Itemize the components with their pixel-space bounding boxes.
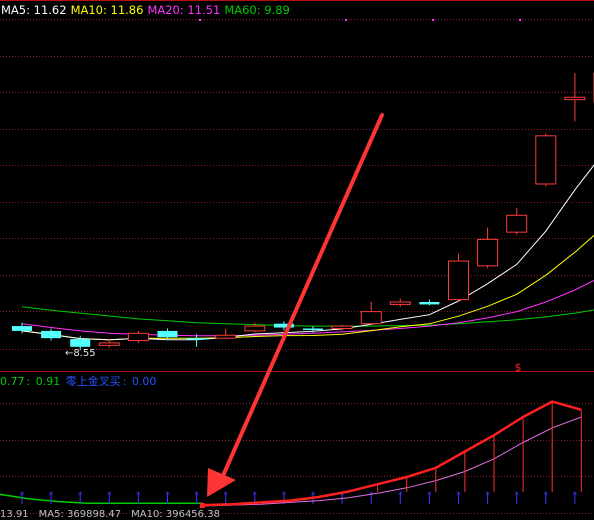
candle-body bbox=[506, 214, 528, 233]
blue-star-marker: * bbox=[456, 491, 461, 501]
blue-star-marker: * bbox=[194, 491, 199, 501]
blue-star-marker: * bbox=[136, 491, 141, 501]
indicator-signal-line bbox=[202, 400, 582, 507]
ma-legend-item: MA10: 11.86 bbox=[70, 3, 144, 17]
ma-legend: MA5: 11.62 MA10: 11.86 MA20: 11.51 MA60: 9.… bbox=[1, 3, 294, 17]
candlestick[interactable] bbox=[389, 298, 411, 307]
candle-body bbox=[419, 302, 440, 305]
candlesticks[interactable] bbox=[12, 25, 594, 351]
blue-star-marker: * bbox=[49, 491, 54, 501]
blue-star-marker: * bbox=[573, 491, 578, 501]
top-marker-dot bbox=[345, 19, 347, 21]
kline-chart[interactable]: * * * * * * * * * * * * * * * * * * * * $ bbox=[0, 0, 594, 520]
candle-body bbox=[244, 325, 266, 332]
candlestick[interactable] bbox=[506, 208, 528, 235]
candle-body bbox=[186, 338, 207, 340]
signal-start-dot bbox=[200, 503, 205, 508]
candle-body bbox=[360, 311, 382, 325]
signal-value: 0.00 bbox=[131, 375, 157, 388]
candle-body bbox=[331, 325, 353, 330]
blue-star-marker: * bbox=[544, 491, 549, 501]
blue-star-marker: * bbox=[165, 491, 170, 501]
candle-body bbox=[564, 96, 586, 101]
candlestick[interactable] bbox=[360, 302, 382, 325]
candle-body bbox=[41, 330, 62, 339]
candle-body bbox=[70, 339, 91, 347]
candlestick[interactable] bbox=[448, 253, 469, 303]
indicator-green-line bbox=[0, 493, 203, 505]
blue-star-marker: * bbox=[20, 491, 25, 501]
arrow-head bbox=[207, 468, 236, 497]
indicator-thin-line bbox=[202, 416, 582, 507]
ma-legend-item: MA20: 11.51 bbox=[147, 3, 221, 17]
moving-average-lines bbox=[21, 164, 594, 341]
blue-star-marker: * bbox=[253, 491, 258, 501]
candle-body bbox=[157, 330, 178, 338]
candlestick[interactable] bbox=[127, 330, 149, 343]
blue-star-marker: * bbox=[78, 491, 83, 501]
candlestick[interactable] bbox=[98, 339, 120, 348]
blue-star-marker: * bbox=[398, 491, 403, 501]
top-marker-dot bbox=[519, 19, 521, 21]
candlestick[interactable] bbox=[157, 328, 178, 340]
blue-star-marker: * bbox=[223, 491, 228, 501]
candle-body bbox=[98, 342, 120, 346]
blue-star-marker: * bbox=[485, 491, 490, 501]
indicator-legend: 0.77: 0.91 零上金叉买: 0.00 bbox=[0, 375, 157, 388]
volume-legend-item: MA10: 396456.38 bbox=[131, 509, 220, 520]
blue-star-marker: * bbox=[514, 491, 519, 501]
ma60-line bbox=[21, 306, 594, 327]
buy-signal-marker: $ bbox=[515, 361, 522, 374]
top-marker-dot bbox=[432, 19, 434, 21]
candlestick[interactable] bbox=[215, 328, 237, 340]
blue-star-marker: * bbox=[369, 491, 374, 501]
signal-name: 零上金叉买 bbox=[65, 375, 121, 388]
candle-body bbox=[12, 326, 32, 331]
candlestick[interactable] bbox=[564, 73, 586, 122]
indicator-value-a: 0.77 bbox=[0, 375, 25, 388]
ma5-line bbox=[21, 164, 594, 341]
candlestick[interactable] bbox=[419, 299, 440, 306]
blue-star-marker: * bbox=[107, 491, 112, 501]
candle-body bbox=[127, 332, 149, 342]
blue-star-marker: * bbox=[311, 491, 316, 501]
low-price-value: 8.55 bbox=[73, 348, 96, 359]
candle-body bbox=[535, 135, 557, 185]
stock-chart-window[interactable]: * * * * * * * * * * * * * * * * * * * * $ MA5: 11.62 MA10: 1… bbox=[0, 0, 594, 520]
low-price-label: ←8.55 bbox=[65, 348, 96, 359]
grid-lines bbox=[0, 0, 594, 514]
indicator-panel[interactable]: * * * * * * * * * * * * * * * * * * * * bbox=[0, 400, 582, 508]
ma-legend-item: MA60: 9.89 bbox=[224, 3, 290, 17]
blue-star-marker: * bbox=[282, 491, 287, 501]
candlestick[interactable] bbox=[477, 227, 499, 269]
indicator-value-b: 0.91 bbox=[35, 375, 61, 388]
candle-body bbox=[389, 301, 411, 305]
volume-legend: 13.91 MA5: 369898.47 MA10: 396456.38 bbox=[0, 509, 230, 520]
volume-legend-item: MA5: 369898.47 bbox=[38, 509, 122, 520]
candlestick[interactable] bbox=[535, 133, 557, 187]
candlestick[interactable] bbox=[41, 328, 62, 341]
candle-body bbox=[448, 260, 469, 301]
top-marker-dot bbox=[199, 19, 201, 21]
candle-body bbox=[215, 334, 237, 339]
candle-body bbox=[477, 238, 499, 267]
annotation-arrow bbox=[207, 113, 384, 497]
arrow-shaft bbox=[220, 113, 384, 480]
blue-star-marker: * bbox=[427, 491, 432, 501]
candle-body bbox=[303, 328, 323, 331]
ma-legend-item: MA5: 11.62 bbox=[1, 3, 67, 17]
volume-legend-item: 13.91 bbox=[0, 509, 29, 520]
